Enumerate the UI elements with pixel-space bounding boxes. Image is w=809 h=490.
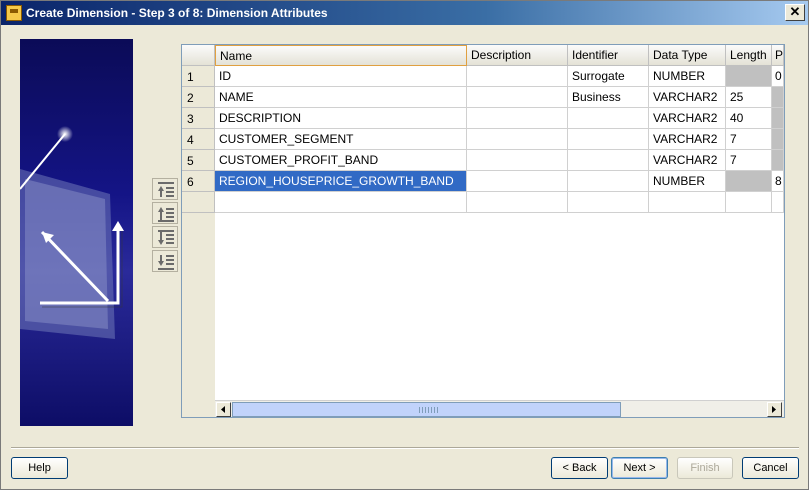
cell-name[interactable]: CUSTOMER_SEGMENT <box>215 129 467 150</box>
cell-description[interactable] <box>467 108 568 129</box>
cell-description[interactable] <box>467 66 568 87</box>
cell-precision[interactable]: 8 <box>772 171 784 192</box>
table-corner <box>182 45 215 66</box>
cell-name[interactable]: CUSTOMER_PROFIT_BAND <box>215 150 467 171</box>
reorder-toolbar <box>152 178 180 274</box>
help-button[interactable]: Help <box>11 457 68 479</box>
scroll-left-button[interactable] <box>216 402 231 417</box>
new-row-header[interactable] <box>182 192 215 213</box>
cell-precision[interactable]: 0 <box>772 66 784 87</box>
cell-description[interactable] <box>467 129 568 150</box>
grip-icon <box>419 407 439 413</box>
cell-precision <box>772 87 784 108</box>
cell-name[interactable]: ID <box>215 66 467 87</box>
column-header-data-type[interactable]: Data Type <box>649 45 726 66</box>
cell-identifier[interactable] <box>568 171 649 192</box>
row-number[interactable]: 3 <box>182 108 215 129</box>
move-down-icon <box>158 230 174 245</box>
cell-length[interactable]: 7 <box>726 129 772 150</box>
cell-identifier[interactable] <box>568 129 649 150</box>
cell-description[interactable] <box>467 192 568 213</box>
row-number[interactable]: 5 <box>182 150 215 171</box>
cell-name[interactable]: DESCRIPTION <box>215 108 467 129</box>
cell-description[interactable] <box>467 150 568 171</box>
cell-length[interactable] <box>726 192 772 213</box>
column-header-length[interactable]: Length <box>726 45 772 66</box>
cell-name[interactable]: NAME <box>215 87 467 108</box>
title-bar: Create Dimension - Step 3 of 8: Dimensio… <box>1 1 808 25</box>
cell-name[interactable] <box>215 192 467 213</box>
cancel-button[interactable]: Cancel <box>742 457 799 479</box>
cell-description[interactable] <box>467 87 568 108</box>
move-up-icon <box>158 207 174 222</box>
row-number[interactable]: 6 <box>182 171 215 192</box>
cell-length <box>726 171 772 192</box>
arrow-left-icon <box>221 406 225 413</box>
finish-button: Finish <box>677 457 733 479</box>
cell-name-selected[interactable]: REGION_HOUSEPRICE_GROWTH_BAND <box>215 171 467 192</box>
column-header-precision[interactable]: P <box>772 45 784 66</box>
window-title: Create Dimension - Step 3 of 8: Dimensio… <box>26 6 328 20</box>
move-to-top-icon <box>158 182 174 197</box>
cell-identifier[interactable] <box>568 192 649 213</box>
cell-description[interactable] <box>467 171 568 192</box>
attributes-table[interactable]: Name Description Identifier Data Type Le… <box>181 44 785 418</box>
button-separator <box>11 447 799 449</box>
cell-precision <box>772 108 784 129</box>
cell-length[interactable]: 40 <box>726 108 772 129</box>
scrollbar-thumb[interactable] <box>232 402 621 417</box>
cell-data-type[interactable]: VARCHAR2 <box>649 129 726 150</box>
close-button[interactable]: ✕ <box>785 4 805 21</box>
arrow-right-icon <box>772 406 776 413</box>
cell-precision <box>772 129 784 150</box>
move-to-bottom-button[interactable] <box>152 250 178 272</box>
move-to-top-button[interactable] <box>152 178 178 200</box>
column-header-description[interactable]: Description <box>467 45 568 66</box>
cell-precision <box>772 150 784 171</box>
wizard-illustration <box>20 39 133 426</box>
back-button[interactable]: < Back <box>551 457 608 479</box>
cell-data-type[interactable]: VARCHAR2 <box>649 150 726 171</box>
move-up-button[interactable] <box>152 202 178 224</box>
cell-length[interactable]: 7 <box>726 150 772 171</box>
scroll-right-button[interactable] <box>767 402 782 417</box>
row-number[interactable]: 4 <box>182 129 215 150</box>
cell-data-type[interactable]: VARCHAR2 <box>649 87 726 108</box>
cell-identifier[interactable]: Surrogate <box>568 66 649 87</box>
move-down-button[interactable] <box>152 226 178 248</box>
row-number[interactable]: 2 <box>182 87 215 108</box>
cell-data-type[interactable]: VARCHAR2 <box>649 108 726 129</box>
cell-length[interactable]: 25 <box>726 87 772 108</box>
create-dimension-dialog: Create Dimension - Step 3 of 8: Dimensio… <box>0 0 809 490</box>
app-icon <box>6 5 22 21</box>
horizontal-scrollbar[interactable] <box>215 400 784 417</box>
cell-data-type[interactable]: NUMBER <box>649 66 726 87</box>
column-header-name[interactable]: Name <box>215 45 467 66</box>
cell-length <box>726 66 772 87</box>
cell-identifier[interactable] <box>568 108 649 129</box>
next-button[interactable]: Next > <box>611 457 668 479</box>
cell-data-type[interactable] <box>649 192 726 213</box>
cell-data-type[interactable]: NUMBER <box>649 171 726 192</box>
cell-identifier[interactable] <box>568 150 649 171</box>
move-to-bottom-icon <box>158 255 174 270</box>
cell-precision[interactable] <box>772 192 784 213</box>
cell-identifier[interactable]: Business <box>568 87 649 108</box>
wizard-graphic <box>20 126 124 339</box>
row-number[interactable]: 1 <box>182 66 215 87</box>
column-header-identifier[interactable]: Identifier <box>568 45 649 66</box>
